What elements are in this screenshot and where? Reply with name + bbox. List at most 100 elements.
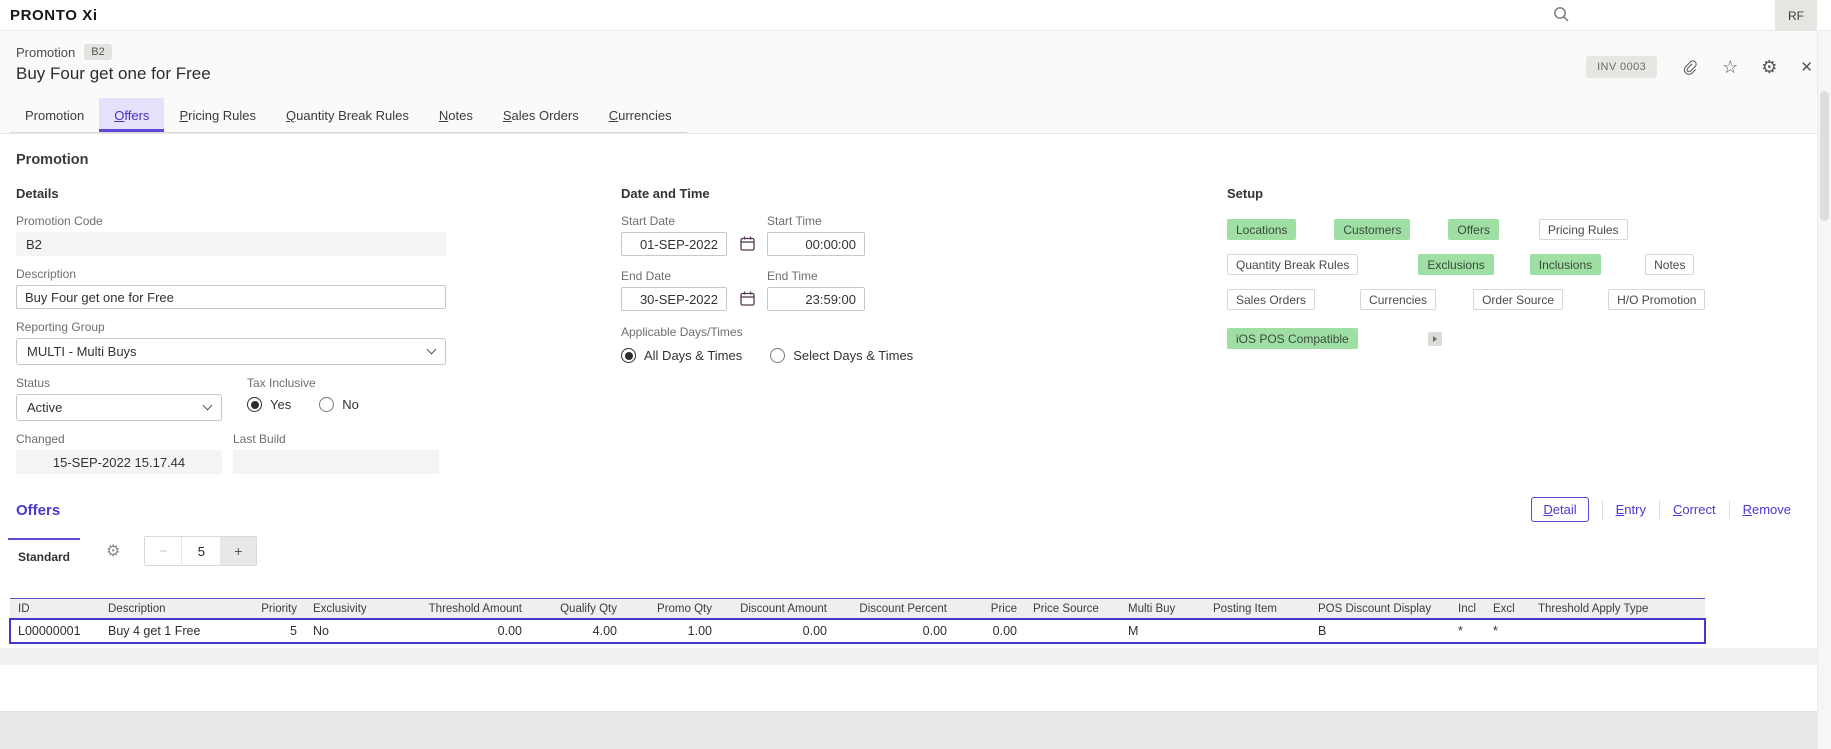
col-discount-amount[interactable]: Discount Amount xyxy=(720,599,835,619)
setup-panel: Setup Locations Customers Offers Pricing… xyxy=(1227,186,1787,363)
col-pos-discount-display[interactable]: POS Discount Display xyxy=(1310,599,1450,619)
col-qualify-qty[interactable]: Qualify Qty xyxy=(530,599,625,619)
setup-chip-pricing-rules[interactable]: Pricing Rules xyxy=(1538,219,1628,240)
col-excl[interactable]: Excl xyxy=(1485,599,1530,619)
radio-unchecked-icon xyxy=(319,397,335,412)
tab-pricing-rules[interactable]: Pricing Rules xyxy=(164,98,271,132)
setup-chip-offers[interactable]: Offers xyxy=(1448,219,1499,240)
reporting-group-select[interactable]: MULTI - Multi Buys xyxy=(16,338,446,365)
setup-chip-inclusions[interactable]: Inclusions xyxy=(1529,254,1602,275)
offers-actions: Detail Entry Correct Remove xyxy=(1531,497,1791,522)
cell-description: Buy 4 get 1 Free xyxy=(100,618,240,643)
tax-inclusive-yes-radio[interactable]: Yes xyxy=(247,397,291,412)
tab-sales-orders[interactable]: Sales Orders xyxy=(488,98,594,132)
all-days-times-radio[interactable]: All Days & Times xyxy=(621,348,742,363)
col-price[interactable]: Price xyxy=(955,599,1025,619)
radio-checked-icon xyxy=(247,397,262,412)
header-actions: INV 0003 ☆ ⚙ ✕ xyxy=(1586,56,1813,78)
page-header: Promotion B2 Buy Four get one for Free I… xyxy=(0,31,1831,134)
setup-chip-locations[interactable]: Locations xyxy=(1227,219,1297,240)
favorite-star-icon[interactable]: ☆ xyxy=(1722,58,1738,76)
section-title-promotion: Promotion xyxy=(16,152,89,168)
col-id[interactable]: ID xyxy=(10,599,100,619)
end-time-input[interactable] xyxy=(767,287,865,311)
vertical-scrollbar[interactable] xyxy=(1817,31,1831,749)
setup-chip-quantity-break-rules[interactable]: Quantity Break Rules xyxy=(1227,254,1359,275)
settings-gear-icon[interactable]: ⚙ xyxy=(1761,58,1777,76)
expand-icon[interactable] xyxy=(1427,331,1442,346)
tax-inclusive-label: Tax Inclusive xyxy=(247,376,316,390)
status-select[interactable]: Active xyxy=(16,394,222,421)
tab-currencies[interactable]: Currencies xyxy=(594,98,687,132)
end-date-label: End Date xyxy=(621,269,672,283)
avatar[interactable]: RF xyxy=(1775,0,1817,31)
col-threshold-apply-type[interactable]: Threshold Apply Type xyxy=(1530,599,1705,619)
end-date-input[interactable] xyxy=(621,287,727,311)
grid-settings-gear-icon[interactable]: ⚙ xyxy=(106,541,120,561)
paperclip-icon[interactable] xyxy=(1680,58,1699,77)
view-tab-standard[interactable]: Standard xyxy=(8,538,80,564)
setup-chip-notes[interactable]: Notes xyxy=(1645,254,1695,275)
col-description[interactable]: Description xyxy=(100,599,240,619)
cell-priority: 5 xyxy=(240,618,305,643)
correct-button[interactable]: Correct xyxy=(1673,502,1716,517)
tab-offers[interactable]: Offers xyxy=(99,98,165,132)
offers-table: ID Description Priority Exclusivity Thre… xyxy=(9,598,1706,644)
search-icon[interactable] xyxy=(1552,5,1570,23)
cell-threshold-apply-type xyxy=(1530,618,1705,643)
tab-notes[interactable]: Notes xyxy=(424,98,488,132)
page-size-stepper: − 5 + xyxy=(144,536,258,566)
cell-qualify-qty: 4.00 xyxy=(530,618,625,643)
cell-exclusivity: No xyxy=(305,618,380,643)
tab-quantity-break-rules[interactable]: Quantity Break Rules xyxy=(271,98,424,132)
cell-price: 0.00 xyxy=(955,618,1025,643)
scrollbar-thumb[interactable] xyxy=(1820,91,1829,221)
setup-chip-order-source[interactable]: Order Source xyxy=(1473,289,1564,310)
start-time-input[interactable] xyxy=(767,232,865,256)
select-days-times-radio[interactable]: Select Days & Times xyxy=(770,348,913,363)
calendar-icon[interactable] xyxy=(727,258,767,311)
footer-bar xyxy=(0,711,1831,749)
promotion-code-badge: B2 xyxy=(84,44,112,60)
end-time-label: End Time xyxy=(767,269,818,283)
col-threshold-amount[interactable]: Threshold Amount xyxy=(380,599,530,619)
stepper-plus-button[interactable]: + xyxy=(220,537,257,565)
col-discount-percent[interactable]: Discount Percent xyxy=(835,599,955,619)
stepper-minus-button[interactable]: − xyxy=(145,537,183,565)
col-price-source[interactable]: Price Source xyxy=(1025,599,1120,619)
start-date-input[interactable] xyxy=(621,232,727,256)
divider xyxy=(1728,500,1730,519)
col-promo-qty[interactable]: Promo Qty xyxy=(625,599,720,619)
remove-button[interactable]: Remove xyxy=(1743,502,1791,517)
tax-inclusive-no-radio[interactable]: No xyxy=(319,397,359,412)
setup-chip-sales-orders[interactable]: Sales Orders xyxy=(1227,289,1316,310)
start-time-label: Start Time xyxy=(767,214,822,228)
description-input[interactable] xyxy=(16,285,446,309)
setup-chip-ho-promotion[interactable]: H/O Promotion xyxy=(1608,289,1706,310)
setup-heading: Setup xyxy=(1227,186,1264,201)
col-exclusivity[interactable]: Exclusivity xyxy=(305,599,380,619)
col-priority[interactable]: Priority xyxy=(240,599,305,619)
promotion-code-label: Promotion Code xyxy=(16,214,103,228)
offers-heading: Offers xyxy=(16,502,61,519)
close-icon[interactable]: ✕ xyxy=(1800,60,1813,75)
cell-multi-buy: M xyxy=(1120,618,1205,643)
cell-pos-discount-display: B xyxy=(1310,618,1450,643)
entry-button[interactable]: Entry xyxy=(1616,502,1646,517)
changed-field: 15-SEP-2022 15.17.44 xyxy=(16,450,222,474)
setup-chip-currencies[interactable]: Currencies xyxy=(1360,289,1437,310)
detail-button[interactable]: Detail xyxy=(1531,497,1589,522)
last-build-label: Last Build xyxy=(233,432,286,446)
setup-chip-ios-pos-compatible[interactable]: iOS POS Compatible xyxy=(1227,328,1358,349)
empty-grid-strip xyxy=(0,648,1817,665)
tab-promotion[interactable]: Promotion xyxy=(10,98,99,132)
table-row[interactable]: L00000001 Buy 4 get 1 Free 5 No 0.00 4.0… xyxy=(9,617,1706,644)
col-posting-item[interactable]: Posting Item xyxy=(1205,599,1310,619)
main-tab-bar: Promotion Offers Pricing Rules Quantity … xyxy=(10,98,687,133)
col-incl[interactable]: Incl xyxy=(1450,599,1485,619)
setup-chip-exclusions[interactable]: Exclusions xyxy=(1418,254,1494,275)
cell-promo-qty: 1.00 xyxy=(625,618,720,643)
col-multi-buy[interactable]: Multi Buy xyxy=(1120,599,1205,619)
setup-chip-customers[interactable]: Customers xyxy=(1334,219,1411,240)
calendar-icon[interactable] xyxy=(727,214,767,256)
